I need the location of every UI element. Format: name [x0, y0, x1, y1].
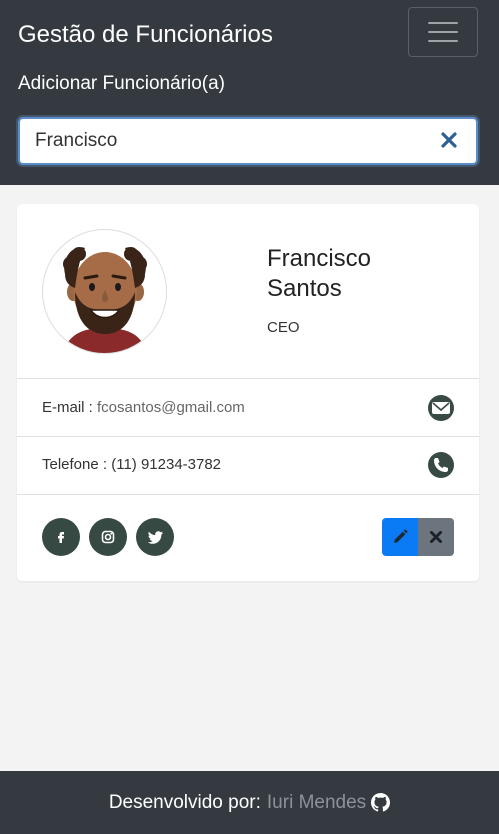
search-box — [18, 117, 478, 165]
twitter-icon[interactable] — [136, 518, 174, 556]
divider — [17, 436, 479, 437]
footer-prefix: Desenvolvido por: — [108, 791, 261, 813]
phone-label: Telefone : — [42, 456, 108, 473]
footer: Desenvolvido por: Iuri Mendes — [0, 771, 499, 834]
avatar-illustration — [63, 247, 147, 353]
hamburger-menu-icon — [428, 22, 458, 24]
instagram-icon[interactable] — [89, 518, 127, 556]
phone-icon[interactable] — [428, 452, 454, 478]
phone-value[interactable]: (11) 91234-3782 — [111, 456, 221, 473]
envelope-icon[interactable] — [428, 395, 454, 421]
employee-role: CEO — [267, 319, 300, 336]
search-input[interactable] — [20, 119, 430, 163]
author-link[interactable]: Iuri Mendes — [267, 792, 366, 814]
brand-title[interactable]: Gestão de Funcionários — [18, 20, 273, 50]
email-value[interactable]: fcosantos@gmail.com — [97, 399, 245, 416]
divider — [17, 494, 479, 495]
avatar — [42, 229, 167, 354]
employee-name: Francisco Santos — [267, 245, 372, 302]
facebook-icon[interactable] — [42, 518, 80, 556]
phone-row: Telefone : (11) 91234-3782 — [42, 455, 221, 475]
delete-button[interactable] — [418, 518, 454, 556]
email-row: E-mail : fcosantos@gmail.com — [42, 398, 245, 418]
divider — [17, 378, 479, 379]
close-icon[interactable] — [438, 129, 460, 151]
edit-button[interactable] — [382, 518, 418, 556]
employee-card: Francisco Santos CEO E-mail : fcosantos@… — [17, 204, 479, 581]
navbar: Gestão de Funcionários Adicionar Funcion… — [0, 0, 499, 185]
close-icon — [430, 531, 442, 543]
github-icon[interactable] — [371, 793, 391, 812]
pencil-icon — [394, 529, 408, 543]
add-employee-link[interactable]: Adicionar Funcionário(a) — [18, 72, 225, 96]
email-label: E-mail : — [42, 399, 93, 416]
menu-toggle-button[interactable] — [408, 7, 478, 57]
